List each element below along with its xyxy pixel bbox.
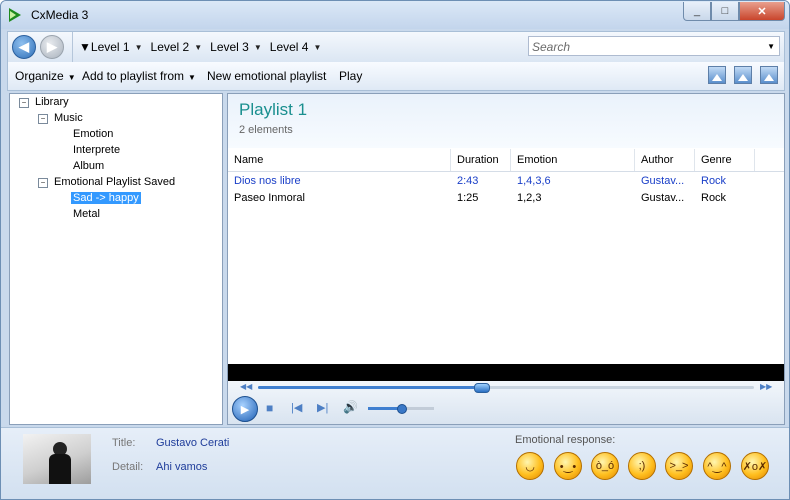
video-area bbox=[228, 364, 784, 381]
view-medium-icons-icon[interactable] bbox=[734, 66, 752, 84]
column-author[interactable]: Author bbox=[641, 154, 673, 166]
breadcrumb-level-1[interactable]: Level 1 ▼ bbox=[91, 40, 143, 54]
row-author: Gustav... bbox=[641, 192, 685, 204]
collapse-icon[interactable]: − bbox=[38, 114, 48, 124]
collapse-icon[interactable]: − bbox=[19, 98, 29, 108]
chevron-down-icon: ▼ bbox=[253, 42, 262, 52]
devil-face-icon[interactable]: ò_ó bbox=[591, 452, 619, 480]
tree-item-music[interactable]: Music bbox=[54, 112, 83, 124]
column-emotion[interactable]: Emotion bbox=[517, 154, 557, 166]
title-label: Title: bbox=[112, 437, 136, 449]
blushing-face-icon[interactable]: •‿• bbox=[554, 452, 582, 480]
collapse-icon[interactable]: − bbox=[38, 178, 48, 188]
playlist-count: 2 elements bbox=[239, 124, 293, 136]
detail-label: Detail: bbox=[112, 461, 144, 473]
tree-item-sad-happy[interactable]: Sad -> happy bbox=[71, 192, 141, 204]
grin-face-icon[interactable]: ◡ bbox=[516, 452, 544, 480]
chevron-down-icon: ▼ bbox=[194, 42, 203, 52]
row-name: Paseo Inmoral bbox=[234, 192, 305, 204]
playlist-header: Playlist 1 2 elements bbox=[228, 94, 784, 148]
player-controls: ◀◀ ▶▶ ▶ ■ |◀ ▶| 🔊 bbox=[228, 381, 784, 424]
stop-icon[interactable]: ■ bbox=[266, 401, 273, 415]
play-pause-button[interactable]: ▶ bbox=[232, 396, 258, 422]
breadcrumb: ▼ Level 1 ▼ Level 2 ▼ Level 3 ▼ Level 4 ▼ bbox=[72, 32, 329, 62]
row-name: Dios nos libre bbox=[234, 175, 301, 187]
minimize-button[interactable]: _ bbox=[683, 2, 711, 21]
fast-forward-icon[interactable]: ▶▶ bbox=[760, 382, 772, 391]
row-duration: 2:43 bbox=[457, 175, 479, 187]
row-genre: Rock bbox=[701, 192, 727, 204]
details-pane: Title: Gustavo Cerati Detail: Ahi vamos … bbox=[1, 427, 789, 499]
back-button[interactable]: ◀ bbox=[12, 35, 36, 59]
big-smile-face-icon[interactable]: ^‿^ bbox=[703, 452, 731, 480]
next-track-icon[interactable]: ▶| bbox=[317, 401, 328, 414]
view-small-icons-icon[interactable] bbox=[760, 66, 778, 84]
add-to-playlist-menu[interactable]: Add to playlist from ▼ bbox=[82, 69, 196, 83]
table-row[interactable]: Dios nos libre 2:43 1,4,3,6 Gustav... Ro… bbox=[228, 173, 784, 189]
breadcrumb-level-4[interactable]: Level 4 ▼ bbox=[270, 40, 322, 54]
app-logo-icon bbox=[9, 8, 21, 22]
history-dropdown-icon[interactable]: ▼ bbox=[79, 40, 91, 54]
row-genre: Rock bbox=[701, 175, 727, 187]
search-input[interactable]: Search ▼ bbox=[528, 36, 780, 56]
window-title: CxMedia 3 bbox=[31, 8, 89, 22]
command-toolbar: Organize ▼ Add to playlist from ▼ New emot… bbox=[7, 62, 785, 91]
column-name[interactable]: Name bbox=[234, 154, 263, 166]
navigation-bar: ◀ ▶ ▼ Level 1 ▼ Level 2 ▼ Level 3 ▼ Level 4… bbox=[7, 31, 785, 62]
title-bar: CxMedia 3 _ □ ✕ bbox=[1, 1, 789, 29]
chevron-down-icon: ▼ bbox=[188, 73, 196, 82]
search-placeholder: Search bbox=[532, 40, 571, 54]
column-headers: Name Duration Emotion Author Genre bbox=[228, 149, 784, 172]
angry-face-icon[interactable]: ✗o✗ bbox=[741, 452, 769, 480]
detail-value: Ahi vamos bbox=[156, 461, 208, 473]
tree-item-metal[interactable]: Metal bbox=[73, 208, 100, 220]
column-duration[interactable]: Duration bbox=[457, 154, 499, 166]
new-emotional-playlist-button[interactable]: New emotional playlist bbox=[207, 69, 326, 83]
maximize-button[interactable]: □ bbox=[711, 2, 739, 21]
chevron-down-icon: ▼ bbox=[313, 42, 322, 52]
table-row[interactable]: Paseo Inmoral 1:25 1,2,3 Gustav... Rock bbox=[228, 190, 784, 206]
forward-button[interactable]: ▶ bbox=[40, 35, 64, 59]
smirk-face-icon[interactable]: >_> bbox=[665, 452, 693, 480]
row-author: Gustav... bbox=[641, 175, 685, 187]
breadcrumb-level-3[interactable]: Level 3 ▼ bbox=[210, 40, 262, 54]
emotional-response-label: Emotional response: bbox=[515, 434, 616, 446]
app-window: CxMedia 3 _ □ ✕ ◀ ▶ ▼ Level 1 ▼ Level 2 ▼ … bbox=[0, 0, 790, 500]
winking-face-icon[interactable]: ;) bbox=[628, 452, 656, 480]
rewind-icon[interactable]: ◀◀ bbox=[240, 382, 252, 391]
seek-progress bbox=[258, 386, 482, 389]
title-value: Gustavo Cerati bbox=[156, 437, 230, 449]
close-button[interactable]: ✕ bbox=[739, 2, 785, 21]
organize-menu[interactable]: Organize ▼ bbox=[15, 69, 76, 83]
tree-item-interprete[interactable]: Interprete bbox=[73, 144, 120, 156]
column-genre[interactable]: Genre bbox=[701, 154, 732, 166]
volume-handle[interactable] bbox=[397, 404, 407, 414]
tree-item-library[interactable]: Library bbox=[35, 96, 69, 108]
row-emotion: 1,2,3 bbox=[517, 192, 542, 204]
playlist-panel: Playlist 1 2 elements Name Duration Emot… bbox=[227, 93, 785, 425]
breadcrumb-level-2[interactable]: Level 2 ▼ bbox=[151, 40, 203, 54]
row-duration: 1:25 bbox=[457, 192, 479, 204]
library-tree: − Library − Music Emotion Interprete Alb… bbox=[9, 93, 223, 425]
previous-track-icon[interactable]: |◀ bbox=[291, 401, 302, 414]
view-large-icons-icon[interactable] bbox=[708, 66, 726, 84]
row-emotion: 1,4,3,6 bbox=[517, 175, 551, 187]
tree-item-emotional-playlist-saved[interactable]: Emotional Playlist Saved bbox=[54, 176, 175, 188]
chevron-down-icon: ▼ bbox=[134, 42, 143, 52]
play-button[interactable]: Play bbox=[339, 69, 362, 83]
tree-item-album[interactable]: Album bbox=[73, 160, 104, 172]
seek-bar[interactable] bbox=[258, 383, 754, 393]
tree-item-emotion[interactable]: Emotion bbox=[73, 128, 113, 140]
chevron-down-icon: ▼ bbox=[67, 73, 76, 82]
volume-slider[interactable] bbox=[368, 404, 434, 414]
search-dropdown-icon[interactable]: ▼ bbox=[767, 42, 775, 51]
album-art bbox=[23, 434, 91, 484]
volume-icon[interactable]: 🔊 bbox=[343, 400, 358, 414]
seek-handle[interactable] bbox=[474, 383, 491, 393]
playlist-title: Playlist 1 bbox=[239, 100, 308, 119]
